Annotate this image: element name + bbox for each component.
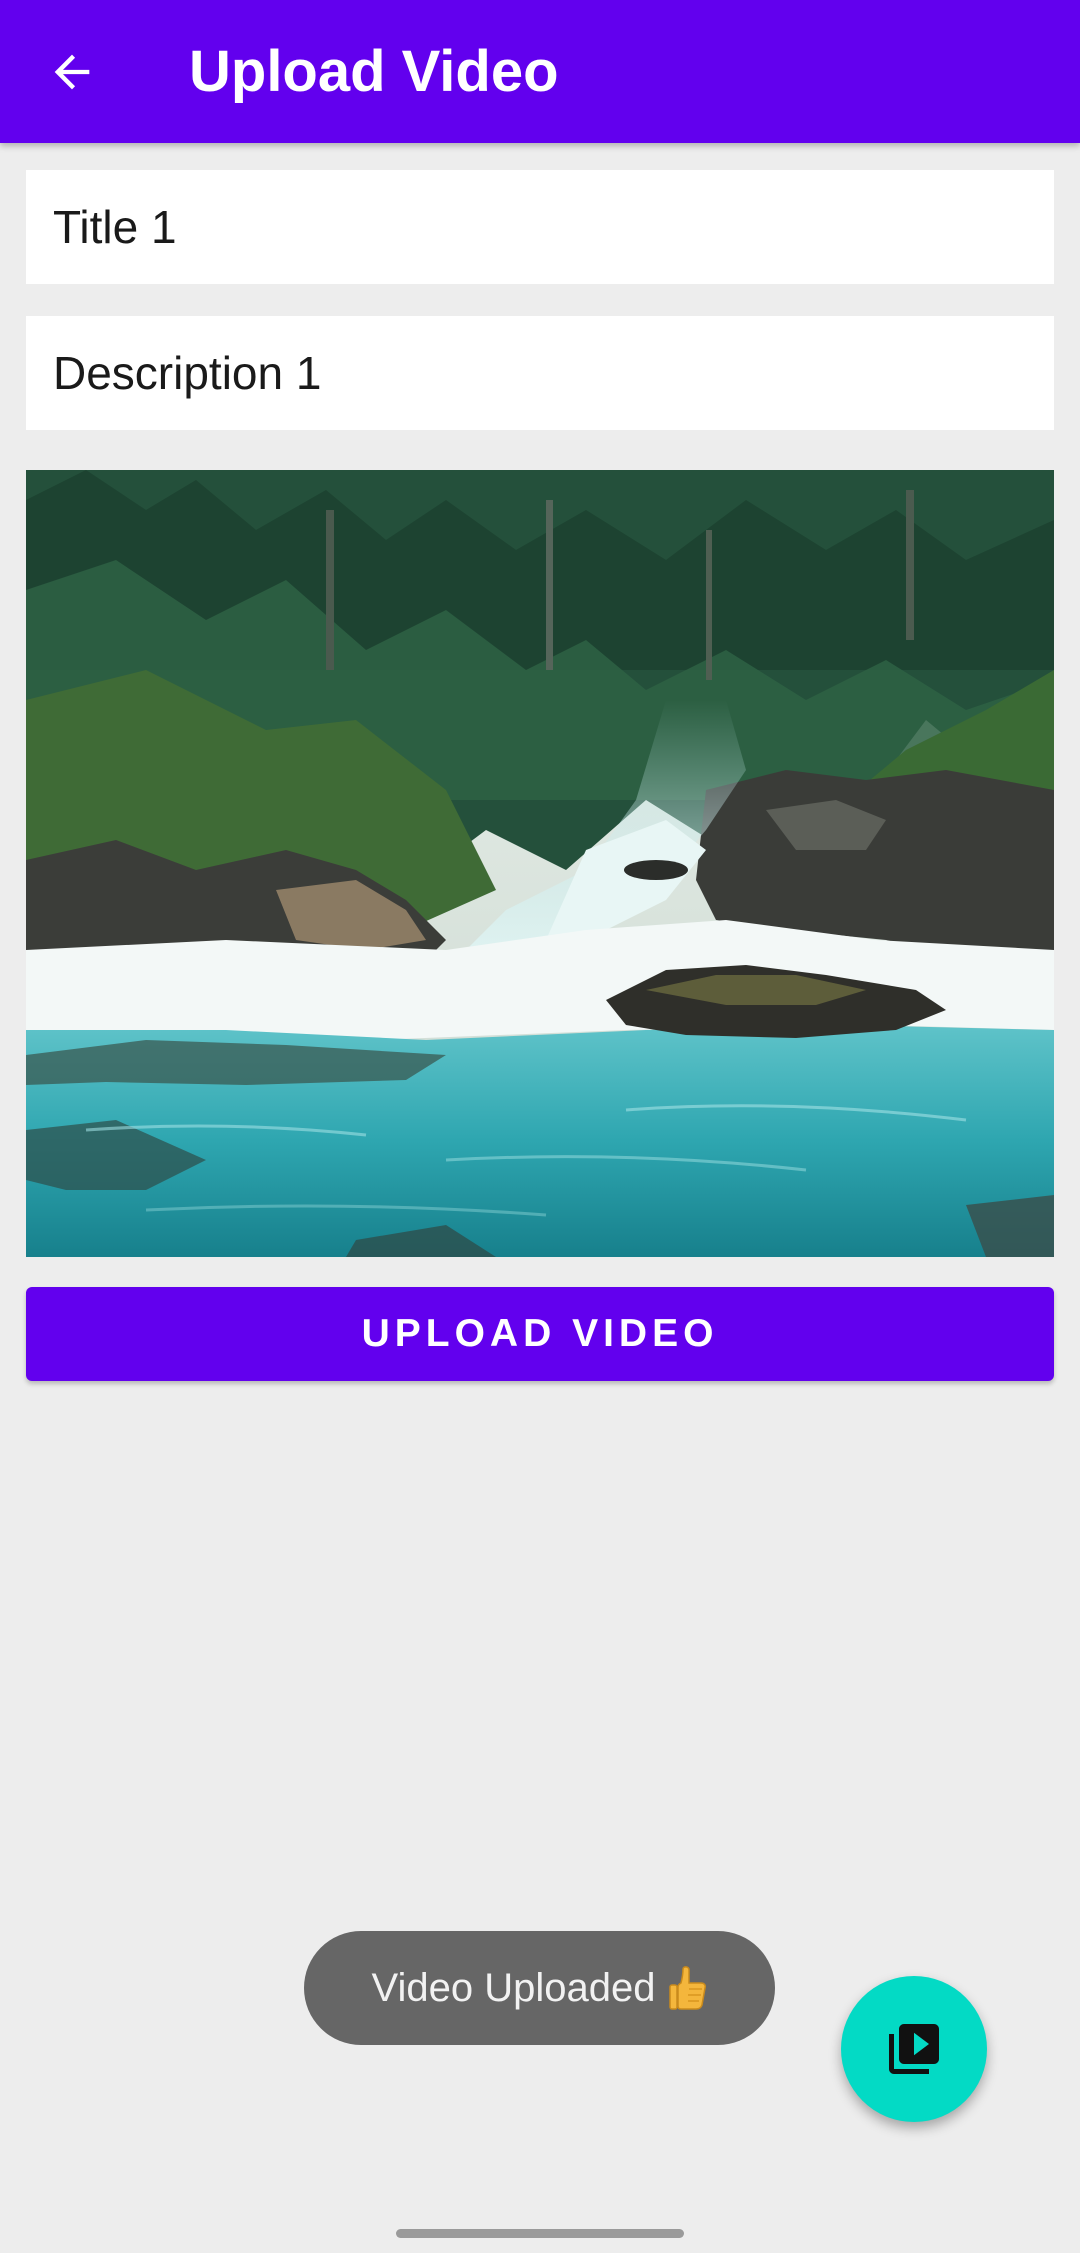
video-library-button[interactable] xyxy=(841,1976,987,2122)
home-indicator[interactable] xyxy=(396,2229,684,2238)
description-input[interactable] xyxy=(53,346,1054,400)
app-bar: Upload Video xyxy=(0,0,1080,143)
description-field[interactable] xyxy=(26,316,1054,430)
title-field[interactable] xyxy=(26,170,1054,284)
video-library-icon xyxy=(889,2024,939,2074)
arrow-back-icon xyxy=(54,54,90,90)
title-input[interactable] xyxy=(53,200,1054,254)
upload-video-button[interactable]: UPLOAD VIDEO xyxy=(26,1287,1054,1381)
page-title: Upload Video xyxy=(189,39,559,104)
toast-message: Video Uploaded xyxy=(371,1965,656,2010)
toast: Video Uploaded xyxy=(304,1931,775,2045)
video-thumbnail-image xyxy=(26,470,1054,1257)
back-button[interactable] xyxy=(26,26,118,118)
thumbs-up-icon xyxy=(669,1966,707,2010)
video-preview[interactable] xyxy=(26,470,1054,1257)
